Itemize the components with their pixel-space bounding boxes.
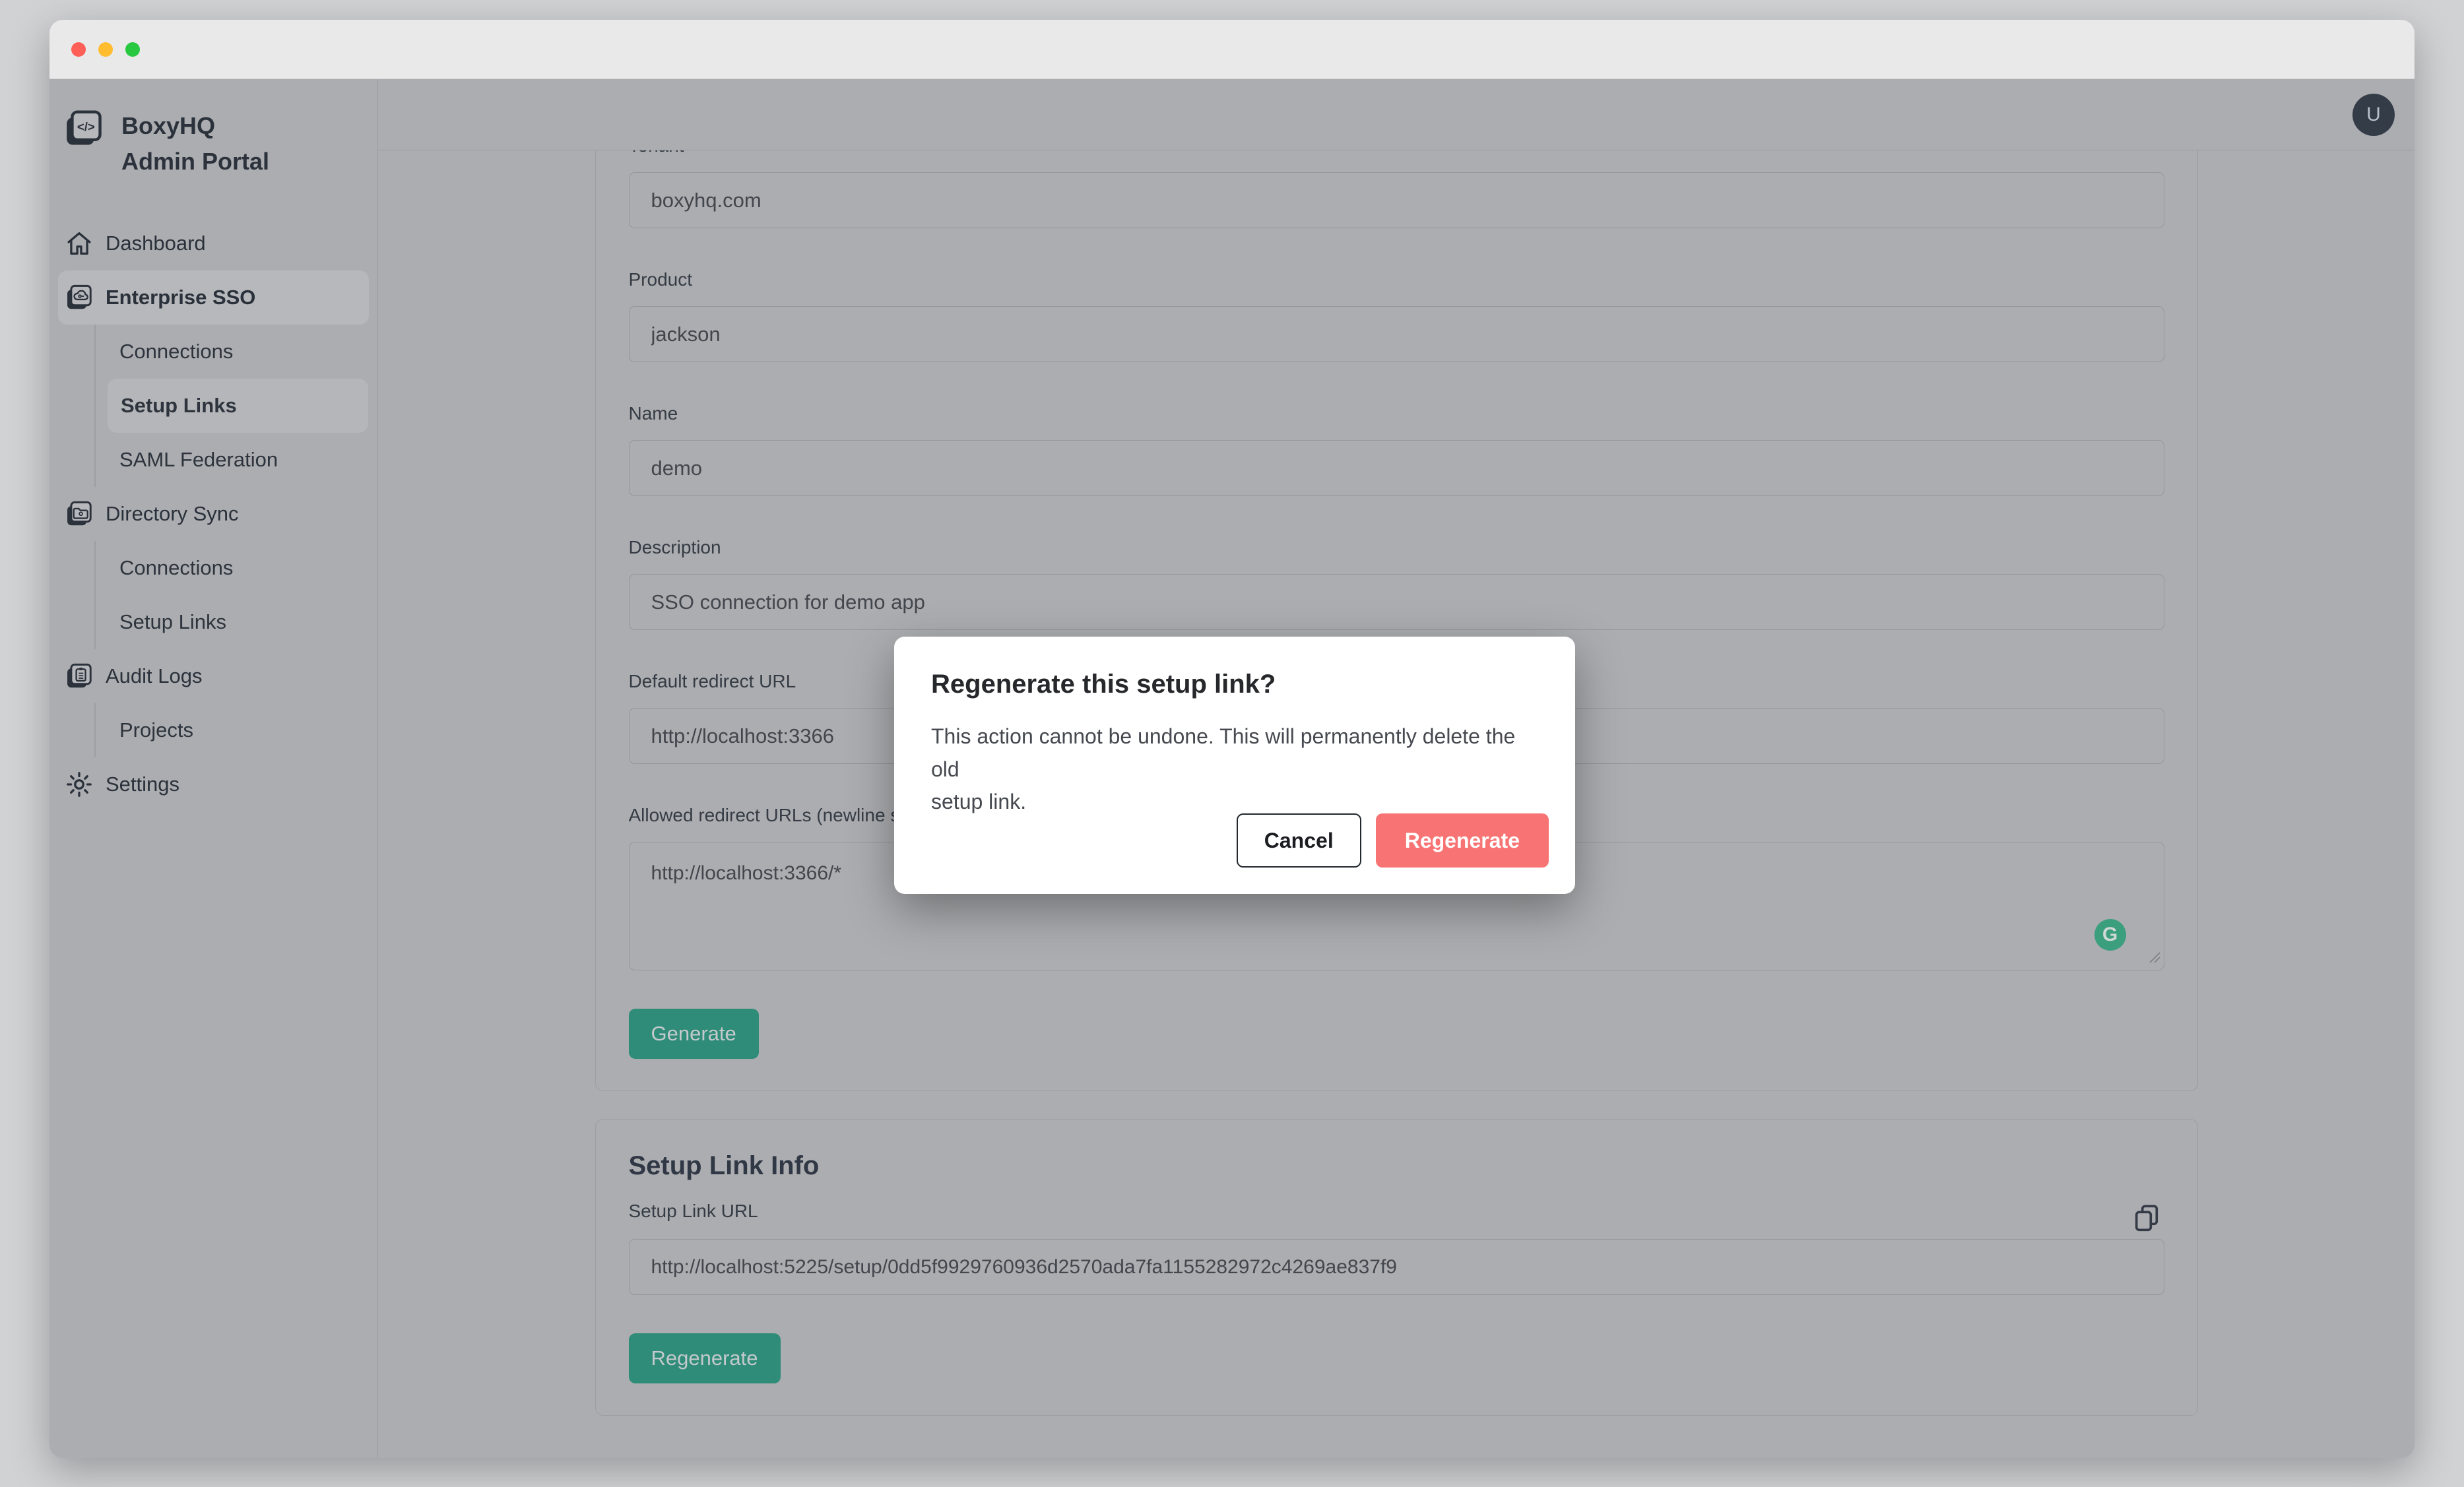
close-window-button[interactable] [71,42,86,57]
dialog-message: This action cannot be undone. This will … [931,720,1538,819]
regenerate-confirm-dialog: Regenerate this setup link? This action … [894,637,1575,894]
confirm-regenerate-button[interactable]: Regenerate [1376,813,1549,868]
minimize-window-button[interactable] [98,42,113,57]
window-titlebar [49,20,2415,79]
dialog-title: Regenerate this setup link? [931,670,1538,699]
cancel-button[interactable]: Cancel [1237,813,1361,868]
zoom-window-button[interactable] [125,42,140,57]
